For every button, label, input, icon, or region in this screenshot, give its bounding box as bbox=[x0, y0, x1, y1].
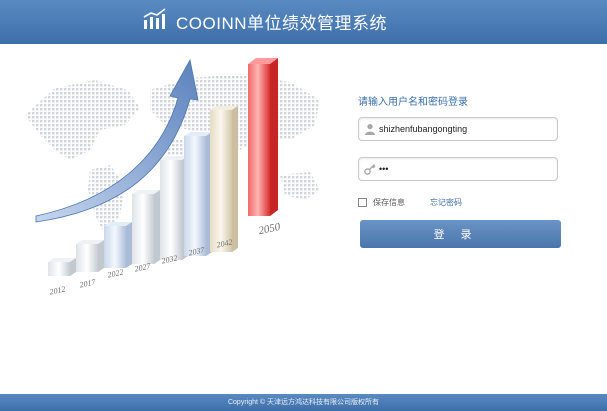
bar-2042 bbox=[210, 106, 238, 252]
key-icon bbox=[364, 164, 376, 175]
bar-2027 bbox=[132, 190, 160, 264]
bar-chart-logo-icon bbox=[143, 8, 166, 29]
year-label-2012: 2012 bbox=[49, 284, 67, 296]
year-label-2022: 2022 bbox=[107, 267, 125, 279]
password-input[interactable] bbox=[379, 161, 551, 177]
login-button[interactable]: 登录 bbox=[360, 220, 561, 248]
remember-checkbox[interactable] bbox=[358, 198, 367, 207]
forgot-password-link[interactable]: 忘记密码 bbox=[430, 197, 462, 208]
bar-2022 bbox=[104, 222, 132, 268]
header-bar: COOINN单位绩效管理系统 bbox=[0, 0, 607, 44]
year-label-2032: 2032 bbox=[161, 253, 179, 265]
username-input[interactable] bbox=[379, 121, 551, 137]
bar-2017 bbox=[76, 240, 104, 272]
user-icon bbox=[365, 124, 375, 135]
footer-copyright: Copyright © 天津远方鸿达科技有限公司版权所有 bbox=[0, 394, 607, 411]
remember-label: 保存信息 bbox=[373, 198, 405, 207]
bar-2032 bbox=[160, 156, 188, 260]
hero-growth-illustration: 2012 2017 2022 2027 2032 2037 2042 2050 bbox=[25, 58, 320, 297]
bar-2012 bbox=[48, 258, 76, 276]
app-title: COOINN单位绩效管理系统 bbox=[176, 14, 387, 33]
login-prompt: 请输入用户名和密码登录 bbox=[358, 97, 468, 108]
bar-2050-highlight bbox=[248, 58, 278, 216]
password-field[interactable] bbox=[358, 157, 558, 181]
remember-option[interactable]: 保存信息 bbox=[358, 197, 405, 208]
bar-2037 bbox=[184, 132, 212, 256]
year-label-2017: 2017 bbox=[79, 277, 97, 289]
username-field[interactable] bbox=[358, 117, 558, 141]
year-label-2050: 2050 bbox=[257, 221, 282, 237]
